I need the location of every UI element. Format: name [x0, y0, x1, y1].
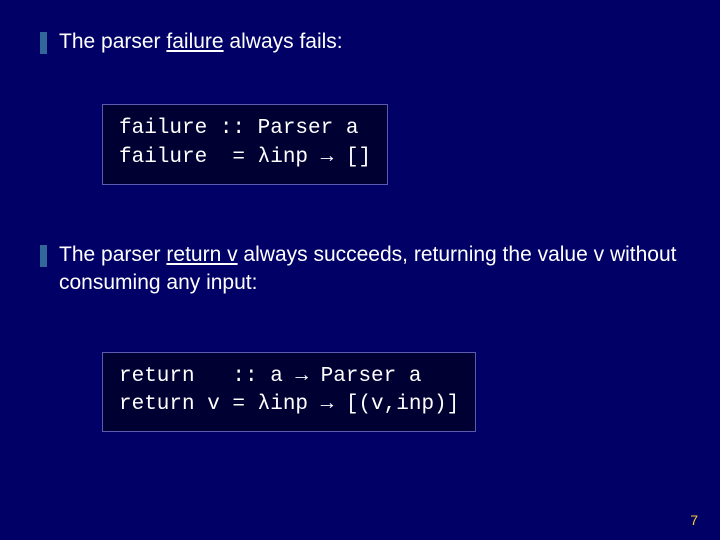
code-wrapper: return :: a → Parser a return v = λinp →…: [102, 352, 680, 433]
page-number: 7: [690, 512, 698, 528]
code-line: return v = λinp → [(v,inp)]: [119, 393, 459, 416]
text-pre: The parser: [59, 30, 166, 53]
bullet-icon: [40, 245, 47, 267]
code-line: failure = λinp → []: [119, 146, 371, 169]
bullet-line: The parser failure always fails:: [40, 28, 680, 56]
code-line: return :: a → Parser a: [119, 365, 421, 388]
text-post: always fails:: [224, 30, 343, 53]
bullet-text: The parser failure always fails:: [59, 28, 680, 56]
text-underlined: return v: [166, 243, 237, 266]
bullet-item-return: The parser return v always succeeds, ret…: [40, 241, 680, 432]
code-box-failure: failure :: Parser a failure = λinp → []: [102, 104, 388, 185]
bullet-text: The parser return v always succeeds, ret…: [59, 241, 680, 298]
bullet-item-failure: The parser failure always fails: failure…: [40, 28, 680, 185]
bullet-icon: [40, 32, 47, 54]
code-wrapper: failure :: Parser a failure = λinp → []: [102, 104, 680, 185]
code-box-return: return :: a → Parser a return v = λinp →…: [102, 352, 476, 433]
code-line: failure :: Parser a: [119, 117, 358, 140]
text-underlined: failure: [166, 30, 223, 53]
bullet-line: The parser return v always succeeds, ret…: [40, 241, 680, 298]
text-pre: The parser: [59, 243, 166, 266]
